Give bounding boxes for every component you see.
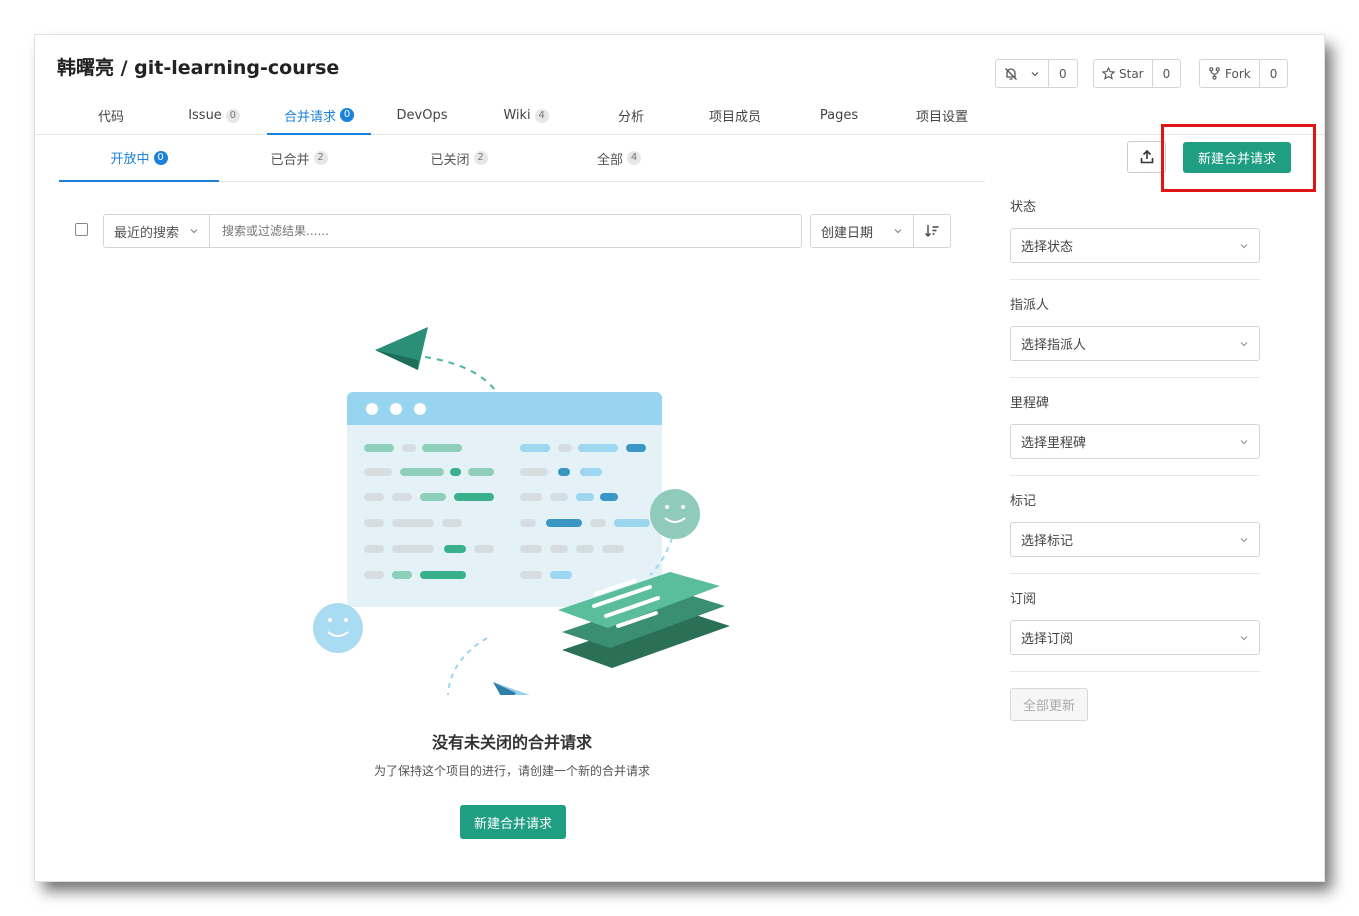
open-count-badge: 0: [153, 150, 168, 165]
assignee-select[interactable]: 选择指派人: [1010, 326, 1260, 361]
subtab-closed[interactable]: 已关闭 2: [379, 135, 539, 181]
chevron-down-icon: [1240, 243, 1248, 248]
repo-nav-tabs: 代码 Issue 0 合并请求 0 DevOps Wiki 4 分析 项目成员 Pag…: [35, 97, 1324, 135]
chevron-down-icon: [1031, 71, 1039, 76]
tab-settings[interactable]: 项目设置: [902, 97, 982, 134]
tab-merge-requests[interactable]: 合并请求 0: [267, 97, 371, 135]
watch-button[interactable]: 0: [995, 59, 1078, 88]
chevron-down-icon: [1240, 635, 1248, 640]
chevron-down-icon: [894, 229, 902, 234]
empty-state-illustration: [313, 327, 730, 695]
filter-divider: [1010, 377, 1260, 378]
star-label: Star: [1119, 66, 1144, 81]
fork-button[interactable]: Fork 0: [1199, 59, 1289, 88]
empty-state-new-mr-button[interactable]: 新建合并请求: [460, 805, 566, 839]
chevron-down-icon: [1240, 439, 1248, 444]
search-bar: 最近的搜索: [103, 214, 802, 248]
upload-icon: [1140, 149, 1153, 164]
issue-count-badge: 0: [225, 108, 240, 123]
filter-label-milestone: 里程碑: [1010, 396, 1050, 411]
tab-devops[interactable]: DevOps: [384, 97, 460, 134]
fork-label: Fork: [1225, 66, 1251, 81]
sort-descending-icon: [925, 225, 939, 237]
closed-count-badge: 2: [473, 151, 488, 165]
repo-title[interactable]: 韩曙亮 / git-learning-course: [57, 53, 339, 80]
filter-divider: [1010, 573, 1260, 574]
milestone-select[interactable]: 选择里程碑: [1010, 424, 1260, 459]
watch-count: 0: [1048, 60, 1077, 87]
recent-searches-dropdown[interactable]: 最近的搜索: [104, 215, 210, 247]
filter-label-assignee: 指派人: [1010, 298, 1050, 313]
chevron-down-icon: [190, 229, 198, 234]
watch-toggle[interactable]: [996, 60, 1048, 87]
chevron-down-icon: [1240, 537, 1248, 542]
star-icon: [1102, 67, 1115, 80]
star-button[interactable]: Star 0: [1093, 59, 1182, 88]
labels-select[interactable]: 选择标记: [1010, 522, 1260, 557]
filter-divider: [1010, 475, 1260, 476]
sort-field-dropdown[interactable]: 创建日期: [811, 215, 914, 247]
all-count-badge: 4: [627, 151, 641, 165]
fork-icon: [1209, 67, 1220, 80]
merged-count-badge: 2: [313, 151, 328, 165]
app-window: 韩曙亮 / git-learning-course 0 Star 0 Fork …: [35, 35, 1324, 881]
subtab-merged[interactable]: 已合并 2: [219, 135, 379, 181]
sort-direction-button[interactable]: [914, 215, 950, 247]
tab-code[interactable]: 代码: [72, 97, 150, 134]
update-all-button[interactable]: 全部更新: [1010, 688, 1088, 721]
subtab-all[interactable]: 全部 4: [539, 135, 699, 181]
highlight-annotation: [1161, 124, 1316, 192]
wiki-count-badge: 4: [534, 108, 549, 123]
mr-state-tabs: 开放中 0 已合并 2 已关闭 2 全部 4: [59, 135, 985, 182]
mr-count-badge: 0: [340, 108, 354, 122]
tab-pages[interactable]: Pages: [800, 97, 878, 134]
sort-control: 创建日期: [810, 214, 951, 248]
star-count: 0: [1151, 60, 1181, 87]
filter-label-subscription: 订阅: [1010, 592, 1037, 607]
tab-wiki[interactable]: Wiki 4: [486, 97, 566, 134]
tab-analytics[interactable]: 分析: [592, 97, 670, 134]
subtab-open[interactable]: 开放中 0: [59, 135, 219, 182]
filter-label-labels: 标记: [1010, 494, 1037, 509]
chevron-down-icon: [1240, 341, 1248, 346]
select-all-checkbox[interactable]: [75, 223, 88, 236]
empty-state-title: 没有未关闭的合并请求: [431, 733, 592, 752]
filter-label-status: 状态: [1010, 200, 1037, 215]
subscription-select[interactable]: 选择订阅: [1010, 620, 1260, 655]
filter-divider: [1010, 279, 1260, 280]
empty-state-description: 为了保持这个项目的进行，请创建一个新的合并请求: [373, 764, 650, 778]
tab-members[interactable]: 项目成员: [695, 97, 775, 134]
fork-count: 0: [1258, 60, 1288, 87]
bell-off-icon: [1005, 67, 1017, 80]
status-select[interactable]: 选择状态: [1010, 228, 1260, 263]
tab-issue[interactable]: Issue 0: [176, 97, 252, 134]
filter-divider: [1010, 671, 1260, 672]
search-input[interactable]: [210, 215, 801, 247]
